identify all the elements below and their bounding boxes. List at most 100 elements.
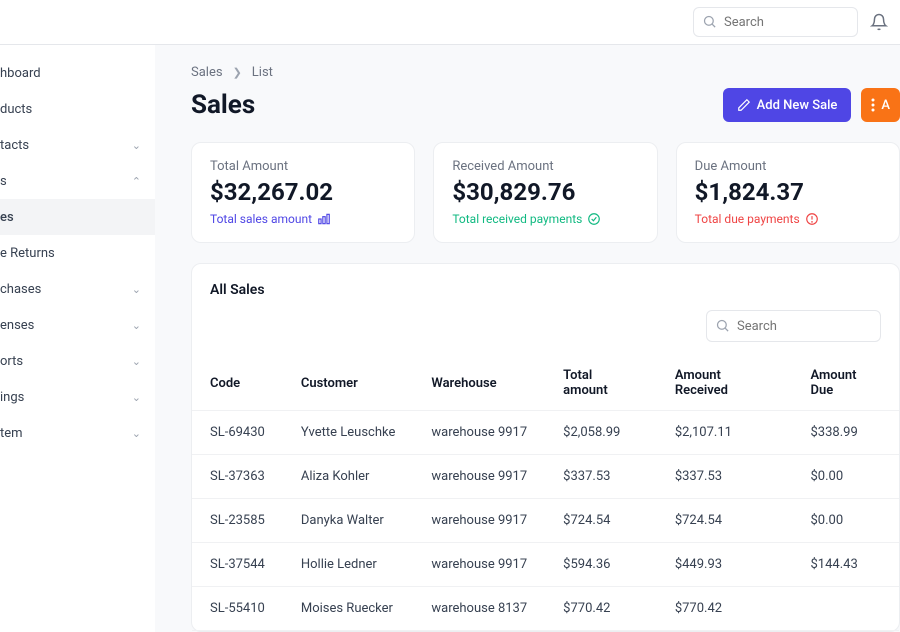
sidebar-item-label: tem (0, 426, 23, 441)
global-search (693, 7, 858, 37)
sidebar-item-label: ings (0, 390, 24, 405)
sidebar-item-label: hboard (0, 66, 41, 81)
table-cell: $770.42 (545, 587, 657, 631)
table-cell: Hollie Ledner (283, 543, 414, 587)
sales-table: CodeCustomerWarehouseTotal amountAmount … (192, 356, 899, 631)
table-cell: warehouse 9917 (413, 543, 545, 587)
search-icon (715, 318, 730, 333)
column-header[interactable]: Total amount (545, 356, 657, 411)
card-label: Due Amount (695, 159, 881, 174)
table-cell: $724.54 (657, 499, 793, 543)
table-row[interactable]: SL-37544Hollie Lednerwarehouse 9917$594.… (192, 543, 899, 587)
table-cell: SL-69430 (192, 411, 283, 455)
card-subtext: Total due payments (695, 212, 881, 226)
sidebar-item-label: s (0, 174, 7, 189)
sidebar-item-label: orts (0, 354, 23, 369)
table-cell: $2,107.11 (657, 411, 793, 455)
sidebar-item[interactable]: ings ⌄ (0, 379, 155, 415)
summary-card: Received Amount $30,829.76 Total received … (433, 142, 657, 243)
table-cell: $337.53 (657, 455, 793, 499)
sidebar-item-label: enses (0, 318, 34, 333)
breadcrumb-item[interactable]: Sales (191, 65, 223, 80)
sidebar: hboardductstacts⌄s⌃ese Returnschases⌄ens… (0, 45, 155, 632)
card-label: Received Amount (452, 159, 638, 174)
panel-title: All Sales (192, 264, 899, 310)
chart-icon (317, 212, 331, 226)
card-label: Total Amount (210, 159, 396, 174)
table-row[interactable]: SL-37363Aliza Kohlerwarehouse 9917$337.5… (192, 455, 899, 499)
sidebar-item[interactable]: tem ⌄ (0, 415, 155, 451)
chevron-down-icon: ⌄ (132, 355, 141, 368)
sidebar-item-label: e Returns (0, 246, 55, 261)
table-cell: Danyka Walter (283, 499, 414, 543)
panel-search-input[interactable] (706, 310, 881, 342)
table-cell: warehouse 9917 (413, 499, 545, 543)
sidebar-item[interactable]: tacts⌄ (0, 127, 155, 163)
table-cell: warehouse 8137 (413, 587, 545, 631)
summary-card: Due Amount $1,824.37 Total due payments (676, 142, 900, 243)
sidebar-item-label: es (0, 210, 14, 225)
chevron-down-icon: ⌄ (132, 427, 141, 440)
table-cell: Yvette Leuschke (283, 411, 414, 455)
add-new-sale-label: Add New Sale (757, 98, 838, 113)
sidebar-item[interactable]: hboard (0, 55, 155, 91)
table-cell: $144.43 (792, 543, 899, 587)
more-actions-label: A (881, 98, 890, 113)
page-title: Sales (191, 90, 255, 120)
table-cell: SL-37363 (192, 455, 283, 499)
table-cell: $724.54 (545, 499, 657, 543)
sidebar-item[interactable]: chases⌄ (0, 271, 155, 307)
column-header[interactable]: Code (192, 356, 283, 411)
check-icon (587, 212, 601, 226)
table-row[interactable]: SL-69430Yvette Leuschkewarehouse 9917$2,… (192, 411, 899, 455)
topbar (0, 0, 900, 45)
bell-icon[interactable] (870, 13, 888, 31)
more-actions-button[interactable]: A (861, 88, 900, 122)
chevron-up-icon: ⌃ (132, 175, 141, 188)
summary-card: Total Amount$32,267.02Total sales amount (191, 142, 415, 243)
table-cell: $0.00 (792, 499, 899, 543)
sidebar-item-label: chases (0, 282, 41, 297)
table-cell (792, 587, 899, 631)
breadcrumb-item: List (252, 65, 273, 80)
alert-icon (805, 212, 819, 226)
sidebar-item[interactable]: es (0, 199, 155, 235)
sidebar-item[interactable]: orts ⌄ (0, 343, 155, 379)
sales-panel: All Sales CodeCustomerWarehouseTotal amo… (191, 263, 900, 632)
card-amount: $1,824.37 (695, 178, 881, 206)
column-header[interactable]: Amount Received (657, 356, 793, 411)
table-cell: $770.42 (657, 587, 793, 631)
add-new-sale-button[interactable]: Add New Sale (723, 88, 852, 122)
column-header[interactable]: Amount Due (792, 356, 899, 411)
column-header[interactable]: Customer (283, 356, 414, 411)
pencil-icon (737, 98, 751, 112)
table-cell: SL-55410 (192, 587, 283, 631)
table-row[interactable]: SL-55410Moises Rueckerwarehouse 8137$770… (192, 587, 899, 631)
card-subtext: Total received payments (452, 212, 638, 226)
table-cell: $2,058.99 (545, 411, 657, 455)
table-cell: $449.93 (657, 543, 793, 587)
search-icon (702, 14, 717, 29)
sidebar-item-label: tacts (0, 138, 29, 153)
sidebar-item[interactable]: enses ⌄ (0, 307, 155, 343)
table-row[interactable]: SL-23585Danyka Walterwarehouse 9917$724.… (192, 499, 899, 543)
global-search-input[interactable] (693, 7, 858, 37)
table-cell: SL-37544 (192, 543, 283, 587)
chevron-down-icon: ⌄ (132, 319, 141, 332)
table-cell: $338.99 (792, 411, 899, 455)
card-amount: $30,829.76 (452, 178, 638, 206)
table-cell: Aliza Kohler (283, 455, 414, 499)
sidebar-item[interactable]: e Returns (0, 235, 155, 271)
table-cell: $0.00 (792, 455, 899, 499)
table-cell: warehouse 9917 (413, 455, 545, 499)
sidebar-item[interactable]: s⌃ (0, 163, 155, 199)
sidebar-item[interactable]: ducts (0, 91, 155, 127)
table-cell: $594.36 (545, 543, 657, 587)
chevron-down-icon: ⌄ (132, 391, 141, 404)
sidebar-item-label: ducts (0, 102, 32, 117)
table-cell: $337.53 (545, 455, 657, 499)
column-header[interactable]: Warehouse (413, 356, 545, 411)
breadcrumb: Sales ❯ List (191, 65, 900, 80)
table-cell: Moises Ruecker (283, 587, 414, 631)
panel-search (706, 310, 881, 342)
